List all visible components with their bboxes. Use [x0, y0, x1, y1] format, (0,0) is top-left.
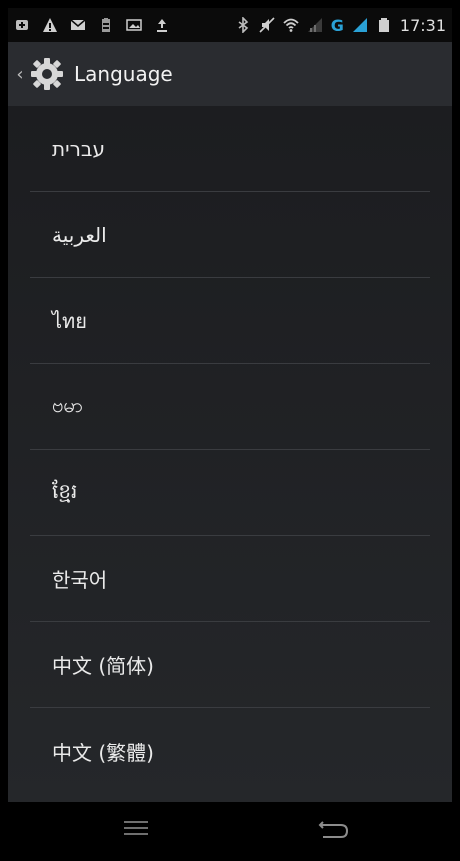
- gear-icon[interactable]: [30, 57, 64, 91]
- language-item[interactable]: ไทย: [30, 278, 430, 364]
- network-type-label: G: [330, 15, 344, 35]
- bluetooth-icon: [238, 17, 248, 33]
- language-item[interactable]: 中文 (简体): [30, 622, 430, 708]
- phone-screen: G 17:31 ‹ Language עברית العربية ไทย ဗမာ…: [0, 0, 460, 861]
- status-time: 17:31: [399, 15, 446, 35]
- signal-icon: [352, 18, 367, 32]
- menu-button[interactable]: [106, 808, 166, 848]
- battery-icon: [378, 18, 389, 32]
- up-caret-icon[interactable]: ‹: [14, 60, 26, 88]
- warning-icon: [43, 18, 57, 32]
- language-item[interactable]: 中文 (繁體): [30, 708, 430, 794]
- back-button[interactable]: [304, 808, 364, 848]
- language-label: עברית: [52, 136, 105, 161]
- page-title: Language: [74, 62, 173, 86]
- mute-icon: [259, 17, 275, 33]
- back-icon: [318, 821, 349, 838]
- language-list-container: עברית العربية ไทย ဗမာ ខ្មែរ 한국어 中文 (简体) …: [8, 106, 452, 802]
- language-label: 中文 (简体): [52, 654, 154, 678]
- menu-icon: [124, 821, 148, 835]
- language-item[interactable]: ខ្មែរ: [30, 450, 430, 536]
- language-label: 中文 (繁體): [52, 740, 154, 765]
- navigation-bar: [8, 802, 452, 854]
- wifi-icon: [283, 18, 299, 32]
- language-label: ไทย: [52, 308, 87, 333]
- action-bar: ‹ Language: [8, 42, 452, 106]
- system-status-icons: G 17:31: [235, 16, 446, 35]
- upload-icon: [157, 19, 167, 32]
- signal-icon: [307, 18, 322, 32]
- battery-saver-icon: [102, 18, 110, 32]
- language-label: ខ្មែរ: [52, 478, 78, 503]
- language-item[interactable]: ဗမာ: [30, 364, 430, 450]
- notification-icons: [14, 17, 170, 33]
- language-item[interactable]: עברית: [30, 106, 430, 192]
- language-label: العربية: [52, 222, 107, 247]
- language-item[interactable]: 한국어: [30, 536, 430, 622]
- language-list: עברית العربية ไทย ဗမာ ខ្មែរ 한국어 中文 (简体) …: [8, 106, 452, 794]
- status-bar: G 17:31: [8, 8, 452, 42]
- image-icon: [126, 19, 142, 31]
- add-icon: [16, 20, 28, 30]
- language-label: ဗမာ: [52, 392, 84, 417]
- language-item[interactable]: العربية: [30, 192, 430, 278]
- mail-icon: [70, 19, 86, 30]
- language-label: 한국어: [52, 568, 108, 592]
